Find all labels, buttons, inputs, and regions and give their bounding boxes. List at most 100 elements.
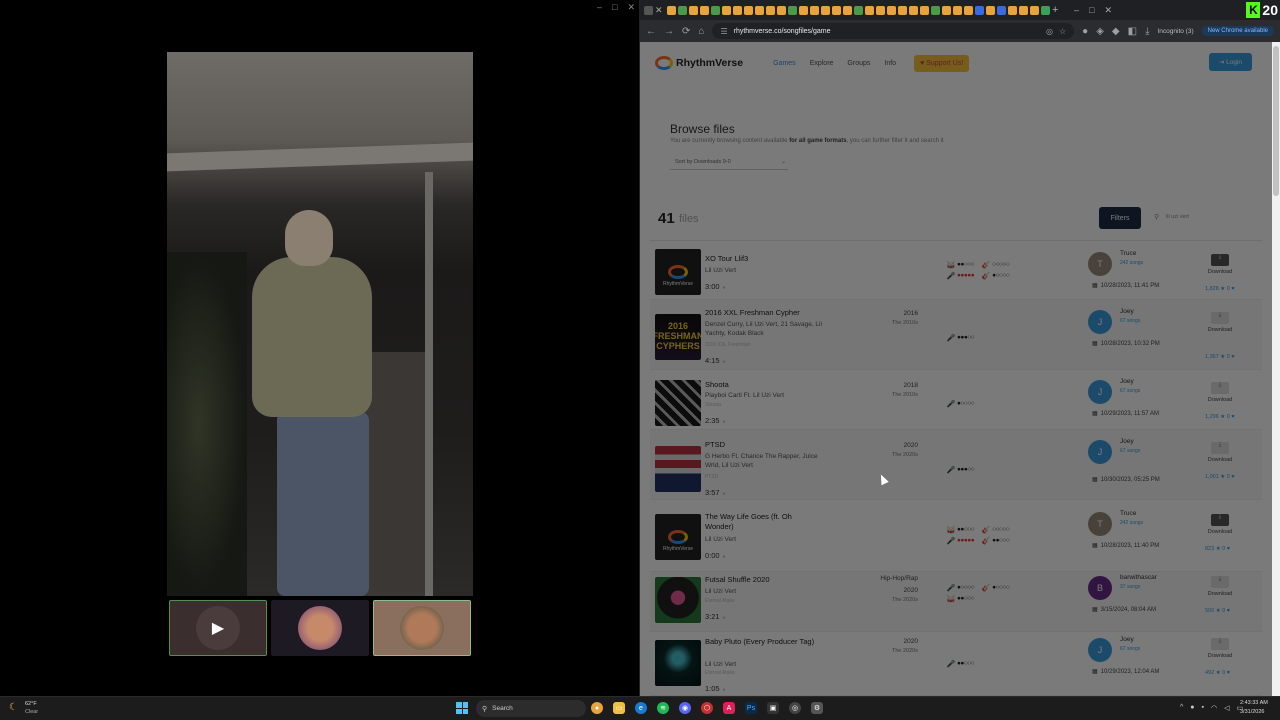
avatar[interactable]: J xyxy=(1088,380,1112,404)
main-video-feed[interactable] xyxy=(167,52,473,596)
filters-button[interactable]: Filters xyxy=(1099,207,1141,229)
table-row[interactable]: RhythmVerse XO Tour Llif3 Lil Uzi Vert 3… xyxy=(650,242,1262,300)
extension-icon[interactable]: ◆ xyxy=(1112,26,1120,37)
tab-icon[interactable] xyxy=(865,5,874,15)
terminal-icon[interactable]: ▣ xyxy=(767,702,779,714)
uploader-name[interactable]: Joey xyxy=(1120,438,1134,445)
avatar[interactable]: J xyxy=(1088,638,1112,662)
download-button[interactable]: ⤓ Download xyxy=(1202,254,1238,275)
obs-icon[interactable]: ◎ xyxy=(789,702,801,714)
tab-icon[interactable] xyxy=(821,5,830,15)
maximize-icon[interactable]: □ xyxy=(612,2,617,13)
chevron-up-icon[interactable]: ^ xyxy=(1180,704,1183,712)
close-icon[interactable]: ✕ xyxy=(1104,5,1112,16)
minimize-icon[interactable]: – xyxy=(1074,5,1079,15)
download-icon[interactable]: ⤓ xyxy=(1145,26,1149,37)
tab-icon[interactable] xyxy=(942,5,951,15)
moon-icon[interactable]: ☾ xyxy=(9,702,18,713)
discord-icon[interactable]: ◉ xyxy=(679,702,691,714)
tab-icon[interactable] xyxy=(909,5,918,15)
tab-icon[interactable] xyxy=(1008,5,1017,15)
tab-icon[interactable] xyxy=(711,5,720,15)
weather-temperature[interactable]: 62°F xyxy=(25,701,37,707)
tab-icon[interactable] xyxy=(975,5,984,15)
uploader-songs[interactable]: 67 songs xyxy=(1120,388,1140,394)
uploader-name[interactable]: barwithascar xyxy=(1120,574,1157,581)
clock-time[interactable]: 2:43:33 AM xyxy=(1240,700,1268,706)
table-row[interactable]: Futsal Shuffle 2020 Lil Uzi Vert Eternal… xyxy=(650,572,1262,632)
incognito-indicator[interactable]: Incognito (3) xyxy=(1157,28,1193,35)
volume-icon[interactable]: ◁ xyxy=(1224,704,1229,712)
site-info-icon[interactable]: ☰ xyxy=(720,27,727,36)
tab-icon[interactable] xyxy=(964,5,973,15)
song-title[interactable]: Shoota xyxy=(705,380,729,390)
uploader-name[interactable]: Joey xyxy=(1120,636,1134,643)
tab-icon[interactable] xyxy=(644,5,653,15)
avatar[interactable]: T xyxy=(1088,252,1112,276)
tab-icon[interactable] xyxy=(898,5,907,15)
table-row[interactable]: RhythmVerse The Way Life Goes (ft. Oh Wo… xyxy=(650,500,1262,572)
tab-icon[interactable] xyxy=(755,5,764,15)
tab-icon[interactable] xyxy=(1019,5,1028,15)
nav-groups[interactable]: Groups xyxy=(847,60,870,67)
puzzle-icon[interactable]: ◧ xyxy=(1128,26,1137,37)
maximize-icon[interactable]: □ xyxy=(1089,5,1094,15)
edge-icon[interactable]: e xyxy=(635,702,647,714)
tab-icon[interactable] xyxy=(744,5,753,15)
windows-start-icon[interactable] xyxy=(456,702,468,714)
close-icon[interactable]: ✕ xyxy=(627,2,635,13)
table-row[interactable]: 2016 FRESHMAN CYPHERS 2016 XXL Freshman … xyxy=(650,300,1262,370)
extension-icon[interactable]: ◈ xyxy=(1096,26,1104,37)
song-title[interactable]: Futsal Shuffle 2020 xyxy=(705,575,770,585)
weather-condition[interactable]: Clear xyxy=(25,709,38,715)
download-button[interactable]: ⤓ Download xyxy=(1202,312,1238,333)
tab-icon[interactable] xyxy=(788,5,797,15)
tab-icon[interactable] xyxy=(1030,5,1039,15)
tab-icon[interactable] xyxy=(876,5,885,15)
song-title[interactable]: XO Tour Llif3 xyxy=(705,254,748,264)
tab-icon[interactable] xyxy=(931,5,940,15)
tab-icon[interactable] xyxy=(678,5,687,15)
nav-info[interactable]: Info xyxy=(884,60,896,67)
photoshop-icon[interactable]: Ps xyxy=(745,702,757,714)
nav-games[interactable]: Games xyxy=(773,60,796,67)
uploader-name[interactable]: Truce xyxy=(1120,510,1136,517)
bookmark-star-icon[interactable]: ☆ xyxy=(1059,27,1066,36)
download-button[interactable]: ⤓ Download xyxy=(1202,382,1238,403)
tab-icon[interactable] xyxy=(777,5,786,15)
song-title[interactable]: 2016 XXL Freshman Cypher xyxy=(705,308,800,318)
wifi-icon[interactable]: ◠ xyxy=(1211,704,1217,712)
uploader-songs[interactable]: 67 songs xyxy=(1120,646,1140,652)
avatar[interactable]: T xyxy=(1088,512,1112,536)
rhythmverse-logo-icon[interactable] xyxy=(655,56,673,70)
avatar[interactable]: J xyxy=(1088,310,1112,334)
song-artist[interactable]: Lil Uzi Vert xyxy=(705,587,736,596)
tab-icon[interactable] xyxy=(766,5,775,15)
tab-icon[interactable] xyxy=(667,5,676,15)
tab-icon[interactable] xyxy=(733,5,742,15)
download-button[interactable]: ⤓ Download xyxy=(1202,576,1238,597)
album-art[interactable] xyxy=(655,577,701,623)
chrome-icon[interactable]: ● xyxy=(591,702,603,714)
album-art[interactable] xyxy=(655,640,701,686)
uploader-name[interactable]: Truce xyxy=(1120,250,1136,257)
participant-woman[interactable] xyxy=(271,600,369,656)
album-art[interactable]: RhythmVerse xyxy=(655,249,701,295)
tab-icon[interactable] xyxy=(953,5,962,15)
app-icon[interactable]: ⬡ xyxy=(701,702,713,714)
taskbar-search[interactable]: ⚲ Search xyxy=(476,700,586,717)
participant-man[interactable] xyxy=(373,600,471,656)
tab-icon[interactable] xyxy=(832,5,841,15)
uploader-name[interactable]: Joey xyxy=(1120,308,1134,315)
back-icon[interactable]: ← xyxy=(646,26,656,37)
scrollbar[interactable] xyxy=(1272,42,1280,696)
song-artist[interactable]: G Herbo Ft. Chance The Rapper, Juice Wrl… xyxy=(705,452,830,471)
tab-icon[interactable] xyxy=(700,5,709,15)
home-icon[interactable]: ⌂ xyxy=(698,26,704,37)
uploader-name[interactable]: Joey xyxy=(1120,378,1134,385)
nav-explore[interactable]: Explore xyxy=(810,60,834,67)
download-button[interactable]: ⤓ Download xyxy=(1202,514,1238,535)
tab-icon[interactable] xyxy=(887,5,896,15)
tab-icon[interactable] xyxy=(843,5,852,15)
table-row[interactable]: Shoota Playboi Carti Ft. Lil Uzi Vert Sh… xyxy=(650,370,1262,430)
